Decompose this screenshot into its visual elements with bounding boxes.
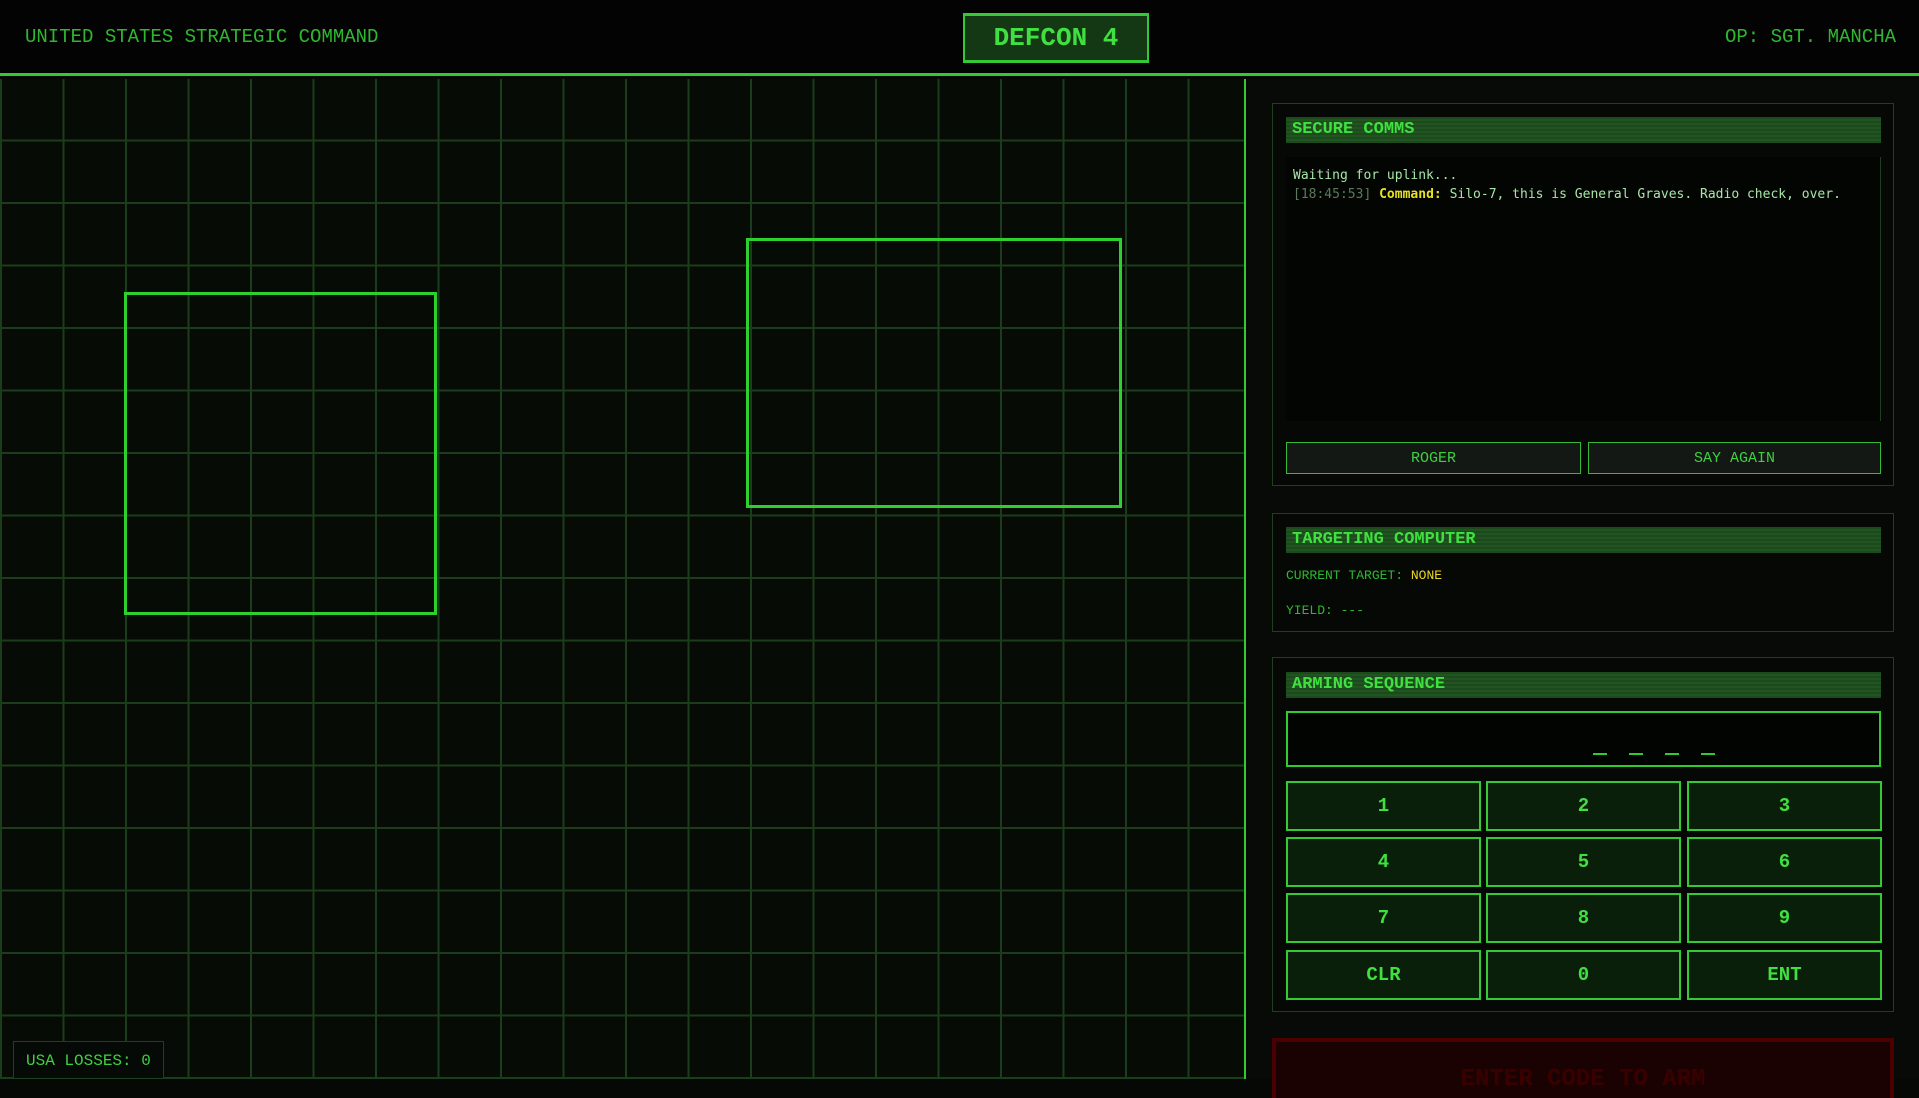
- control-sidebar: SECURE COMMS Waiting for uplink... [18:4…: [1248, 79, 1919, 1098]
- keypad-key-ent[interactable]: ENT: [1687, 950, 1882, 1000]
- code-slot: [1628, 753, 1643, 755]
- yield: YIELD: ---: [1286, 603, 1364, 618]
- current-target-label: CURRENT TARGET:: [1286, 568, 1404, 583]
- panel-title: TARGETING COMPUTER: [1286, 527, 1881, 553]
- map-zone[interactable]: [746, 238, 1122, 508]
- keypad-key-2[interactable]: 2: [1486, 781, 1681, 831]
- secure-comms-panel: SECURE COMMS Waiting for uplink... [18:4…: [1272, 103, 1894, 486]
- targeting-computer-panel: TARGETING COMPUTER CURRENT TARGET: NONE …: [1272, 513, 1894, 632]
- roger-button[interactable]: ROGER: [1286, 442, 1581, 474]
- top-bar: UNITED STATES STRATEGIC COMMAND DEFCON 4…: [0, 0, 1919, 76]
- code-slot: [1592, 753, 1607, 755]
- panel-title: ARMING SEQUENCE: [1286, 672, 1881, 698]
- keypad-key-8[interactable]: 8: [1486, 893, 1681, 943]
- code-display: [1286, 711, 1881, 767]
- current-target: CURRENT TARGET: NONE: [1286, 568, 1442, 583]
- log-speaker: Command:: [1379, 187, 1442, 202]
- map-zone[interactable]: [124, 292, 437, 615]
- log-line: Waiting for uplink...: [1293, 168, 1458, 183]
- operator-label: OP: SGT. MANCHA: [1724, 26, 1896, 48]
- keypad-key-5[interactable]: 5: [1486, 837, 1681, 887]
- arm-button[interactable]: ENTER CODE TO ARM: [1272, 1038, 1894, 1098]
- defcon-level-badge: DEFCON 4: [963, 13, 1149, 63]
- yield-label: YIELD:: [1286, 603, 1333, 618]
- arming-sequence-panel: ARMING SEQUENCE 1 2 3 4 5 6 7 8 9 CLR 0 ENT: [1272, 657, 1894, 1012]
- comms-log: Waiting for uplink... [18:45:53] Command…: [1286, 157, 1881, 421]
- say-again-button[interactable]: SAY AGAIN: [1588, 442, 1881, 474]
- log-message: Silo-7, this is General Graves. Radio ch…: [1449, 187, 1841, 202]
- code-slot: [1664, 753, 1679, 755]
- tactical-map[interactable]: [0, 79, 1246, 1079]
- keypad-key-0[interactable]: 0: [1486, 950, 1681, 1000]
- yield-value: ---: [1340, 603, 1365, 618]
- log-line: [18:45:53] Command: Silo-7, this is Gene…: [1293, 185, 1873, 204]
- keypad-key-7[interactable]: 7: [1286, 893, 1481, 943]
- code-slot: [1700, 753, 1715, 755]
- usa-losses-counter: USA LOSSES: 0: [13, 1041, 164, 1079]
- organization-title: UNITED STATES STRATEGIC COMMAND: [25, 26, 379, 48]
- panel-title: SECURE COMMS: [1286, 117, 1881, 143]
- keypad-key-6[interactable]: 6: [1687, 837, 1882, 887]
- keypad-key-1[interactable]: 1: [1286, 781, 1481, 831]
- keypad-key-clr[interactable]: CLR: [1286, 950, 1481, 1000]
- current-target-value: NONE: [1410, 568, 1443, 583]
- log-timestamp: [18:45:53]: [1293, 187, 1372, 202]
- keypad-key-9[interactable]: 9: [1687, 893, 1882, 943]
- keypad-key-3[interactable]: 3: [1687, 781, 1882, 831]
- keypad-key-4[interactable]: 4: [1286, 837, 1481, 887]
